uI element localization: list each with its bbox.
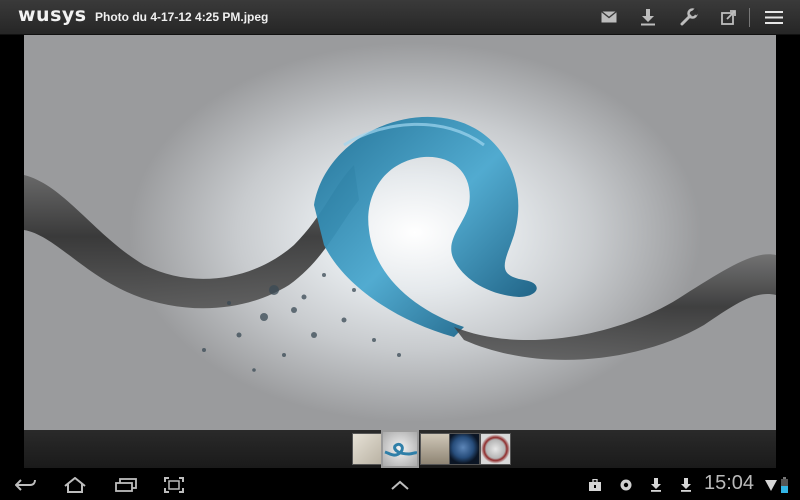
download-icon[interactable] — [638, 7, 658, 27]
screenshot-icon[interactable] — [162, 475, 186, 495]
share-icon[interactable] — [719, 7, 739, 27]
system-bar: 15:04 — [0, 470, 800, 500]
photo-water-wave — [24, 116, 776, 372]
system-clock[interactable]: 15:04 — [704, 472, 754, 495]
back-icon[interactable] — [14, 475, 38, 495]
chevron-up-icon[interactable] — [389, 475, 411, 495]
photo-title: Photo du 4-17-12 4:25 PM.jpeg — [95, 10, 269, 24]
download-notify-icon[interactable] — [678, 475, 694, 495]
battery-icon — [779, 475, 789, 495]
thumb-sketch[interactable] — [352, 433, 383, 465]
recent-apps-icon[interactable] — [114, 475, 138, 495]
thumb-water-wave[interactable] — [381, 430, 419, 468]
app-logo[interactable]: wusys — [18, 4, 87, 26]
thumb-clock[interactable] — [480, 433, 511, 465]
thumb-earth[interactable] — [449, 433, 480, 465]
menu-icon[interactable] — [764, 7, 784, 27]
briefcase-icon[interactable] — [587, 475, 603, 495]
thumbnail-strip — [24, 430, 776, 468]
action-bar: wusys Photo du 4-17-12 4:25 PM.jpeg — [0, 0, 800, 35]
settings-notify-icon[interactable] — [618, 475, 634, 495]
download-notify-icon[interactable] — [648, 475, 664, 495]
wrench-icon[interactable] — [679, 7, 699, 27]
photo-viewer[interactable] — [24, 35, 776, 430]
mail-icon[interactable] — [599, 7, 619, 27]
wifi-icon — [764, 475, 778, 495]
thumb-room[interactable] — [420, 433, 451, 465]
home-icon[interactable] — [62, 475, 88, 495]
action-divider — [749, 8, 750, 27]
